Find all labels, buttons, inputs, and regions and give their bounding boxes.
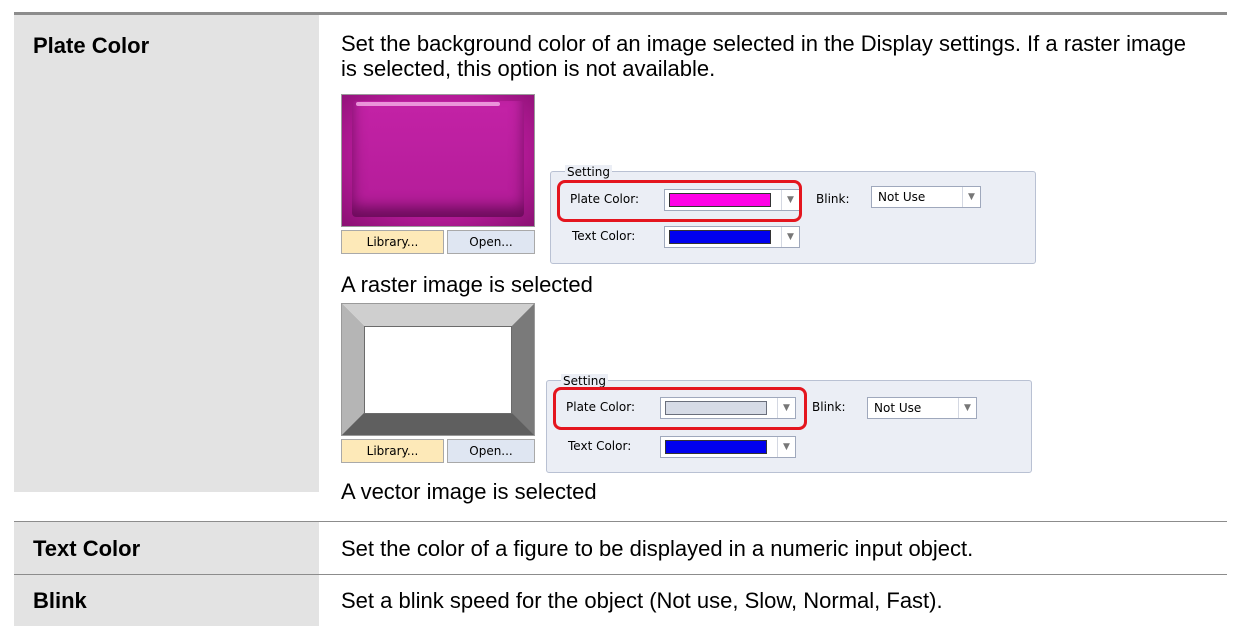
chevron-down-icon: ▼ [958,398,976,418]
caption-raster: A raster image is selected [341,272,593,297]
text-color-label: Text Color: [572,229,636,243]
chevron-down-icon: ▼ [781,227,799,247]
term-plate-color: Plate Color [33,33,150,58]
blink-value: Not Use [874,401,922,415]
term-text-color: Text Color [33,536,141,561]
text-color-label: Text Color: [568,439,632,453]
blink-dropdown[interactable]: Not Use ▼ [867,397,977,419]
term-column [14,15,319,492]
description-blink: Set a blink speed for the object (Not us… [341,588,943,613]
open-button[interactable]: Open... [447,439,535,463]
blink-value: Not Use [878,190,926,204]
preview-buttons: Library... Open... [341,439,535,463]
vector-image-thumbnail [341,303,535,436]
setting-legend: Setting [565,165,612,179]
open-button[interactable]: Open... [447,230,535,254]
chevron-down-icon: ▼ [777,437,795,457]
caption-vector: A vector image is selected [341,479,597,504]
table-row-text-color: Text Color Set the color of a figure to … [14,522,1227,574]
table-row-blink: Blink Set a blink speed for the object (… [14,575,1227,626]
description-text-color: Set the color of a figure to be displaye… [341,536,974,561]
text-color-swatch [669,230,771,244]
highlight-box [557,180,802,222]
text-color-swatch [665,440,767,454]
library-button[interactable]: Library... [341,230,444,254]
chevron-down-icon: ▼ [962,187,980,207]
preview-buttons: Library... Open... [341,230,535,254]
description-plate-color: Set the background color of an image sel… [341,31,1187,81]
library-button[interactable]: Library... [341,439,444,463]
raster-image-thumbnail [341,94,535,227]
blink-label: Blink: [816,192,850,206]
text-color-dropdown[interactable]: ▼ [660,436,796,458]
term-blink: Blink [33,588,87,613]
setting-legend: Setting [561,374,608,388]
text-color-dropdown[interactable]: ▼ [664,226,800,248]
highlight-box [553,387,807,430]
blink-label: Blink: [812,400,846,414]
blink-dropdown[interactable]: Not Use ▼ [871,186,981,208]
